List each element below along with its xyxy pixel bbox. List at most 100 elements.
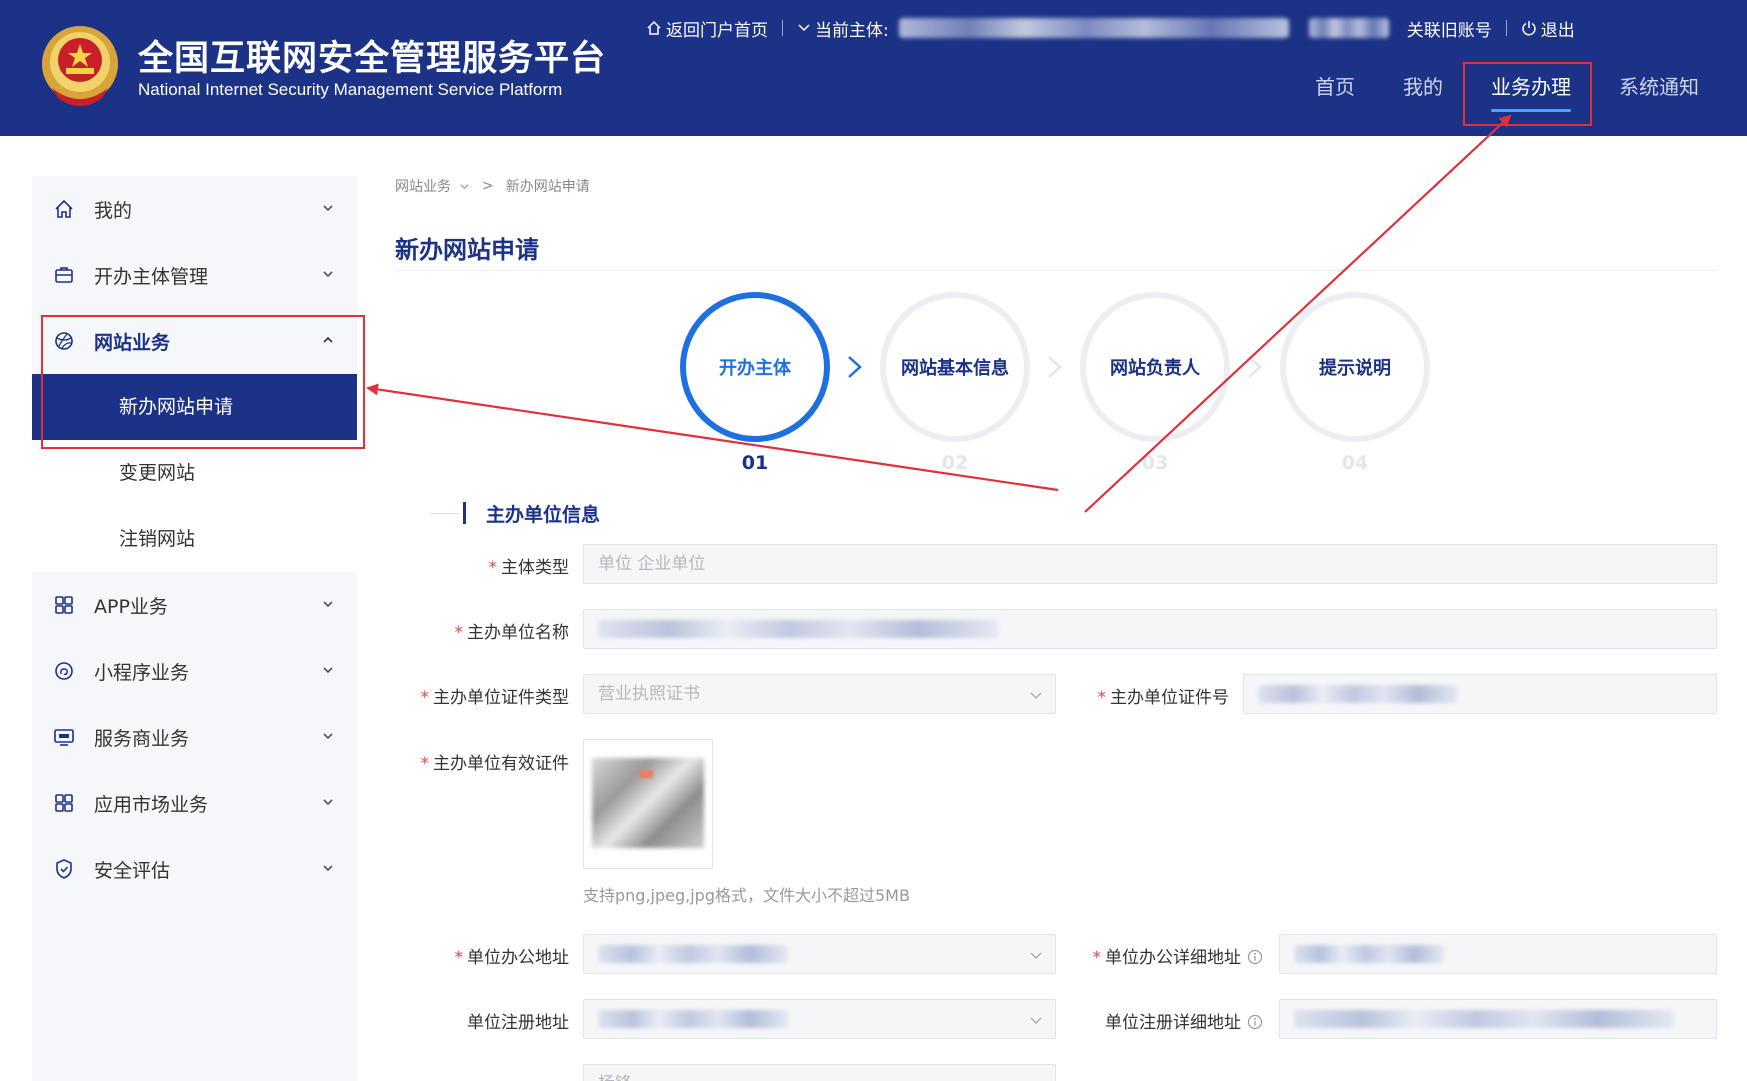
required-mark: * bbox=[1097, 688, 1107, 708]
sidebar-item-label: 应用市场业务 bbox=[94, 793, 209, 816]
cert-no-label: * 主办单位证件号 bbox=[1098, 683, 1230, 708]
divider bbox=[782, 20, 783, 36]
entity-type-label: * 主体类型 bbox=[489, 553, 570, 578]
step-2: 网站基本信息 bbox=[880, 292, 1030, 442]
sidebar-item-label: APP业务 bbox=[94, 595, 168, 618]
step-4: 提示说明 bbox=[1280, 292, 1430, 442]
org-name-redacted bbox=[598, 620, 998, 638]
office-addr-redacted bbox=[598, 945, 788, 963]
reg-detail-field[interactable] bbox=[1279, 999, 1717, 1039]
required-mark: * bbox=[454, 948, 464, 968]
step-number: 03 bbox=[1141, 452, 1169, 474]
section-title: 主办单位信息 bbox=[486, 504, 601, 526]
chevron-up-icon bbox=[323, 336, 333, 343]
house-icon bbox=[647, 20, 661, 35]
sidebar-subitem-change-website[interactable]: 变更网站 bbox=[32, 440, 357, 506]
divider bbox=[395, 270, 1717, 271]
current-entity-selector[interactable]: 当前主体: bbox=[797, 16, 1389, 41]
legal-rep-field[interactable]: 杨锋 bbox=[583, 1064, 1056, 1081]
org-name-field[interactable] bbox=[583, 609, 1717, 649]
site-subtitle: National Internet Security Management Se… bbox=[138, 80, 563, 99]
thumbnail-mark bbox=[639, 770, 653, 778]
cert-no-field[interactable] bbox=[1243, 674, 1717, 714]
sidebar-item-provider-business[interactable]: 服务商业务 bbox=[32, 704, 357, 770]
chevron-down-icon bbox=[323, 667, 333, 674]
divider bbox=[1505, 20, 1507, 36]
nav-home[interactable]: 首页 bbox=[1291, 62, 1379, 112]
section-bar bbox=[463, 502, 466, 524]
step-number: 02 bbox=[941, 452, 969, 474]
cert-upload-preview[interactable] bbox=[583, 739, 713, 869]
label-text: 主办单位证件号 bbox=[1110, 688, 1229, 708]
sidebar-subitem-new-website[interactable]: 新办网站申请 bbox=[32, 374, 357, 440]
label-text: 单位注册地址 bbox=[467, 1013, 569, 1033]
shield-check-icon bbox=[52, 857, 76, 881]
chevron-down-icon bbox=[323, 271, 333, 278]
org-name-label: * 主办单位名称 bbox=[455, 618, 570, 643]
required-mark: * bbox=[488, 558, 498, 578]
nav-business[interactable]: 业务办理 bbox=[1467, 62, 1595, 112]
chevron-right-icon bbox=[1048, 356, 1062, 378]
office-detail-field[interactable] bbox=[1279, 934, 1717, 974]
sidebar-item-entity-management[interactable]: 开办主体管理 bbox=[32, 242, 357, 308]
chevron-right-icon bbox=[1248, 356, 1262, 378]
link-old-account-button[interactable]: 关联旧账号 bbox=[1407, 16, 1492, 41]
chevron-right-icon bbox=[848, 356, 862, 378]
sidebar-item-app-market-business[interactable]: 应用市场业务 bbox=[32, 770, 357, 836]
globe-icon bbox=[52, 329, 76, 353]
grid-icon bbox=[52, 791, 76, 815]
valid-cert-label: * 主办单位有效证件 bbox=[421, 749, 570, 774]
site-title: 全国互联网安全管理服务平台 bbox=[138, 39, 607, 79]
required-mark: * bbox=[420, 754, 430, 774]
step-label: 提示说明 bbox=[1319, 358, 1391, 379]
label-text: 单位注册详细地址 bbox=[1105, 1013, 1241, 1033]
sidebar-item-label: 安全评估 bbox=[94, 859, 171, 882]
main-nav: 首页 我的 业务办理 系统通知 bbox=[1291, 62, 1723, 112]
required-mark: * bbox=[1092, 948, 1102, 968]
sidebar-item-security-assessment[interactable]: 安全评估 bbox=[32, 836, 357, 902]
reg-detail-redacted bbox=[1294, 1010, 1674, 1028]
sidebar-item-miniprogram-business[interactable]: 小程序业务 bbox=[32, 638, 357, 704]
cert-type-select[interactable]: 营业执照证书 bbox=[583, 674, 1056, 714]
sidebar-item-label: 服务商业务 bbox=[94, 727, 190, 750]
sidebar-item-mine[interactable]: 我的 bbox=[32, 176, 357, 242]
power-icon bbox=[1522, 21, 1536, 36]
cert-type-label: * 主办单位证件类型 bbox=[421, 683, 570, 708]
chevron-down-icon bbox=[323, 733, 333, 740]
nav-notifications[interactable]: 系统通知 bbox=[1595, 62, 1723, 112]
label-text: 主体类型 bbox=[501, 558, 569, 578]
sidebar: 我的 开办主体管理 网站业务 新办网站申请 变更网站 注销网站 APP业务 小程… bbox=[32, 176, 357, 1081]
chevron-down-icon bbox=[460, 183, 469, 189]
info-icon[interactable] bbox=[1247, 1014, 1263, 1030]
nav-mine[interactable]: 我的 bbox=[1379, 62, 1467, 112]
upload-hint: 支持png,jpeg,jpg格式，文件大小不超过5MB bbox=[583, 886, 910, 905]
step-label: 网站负责人 bbox=[1110, 358, 1200, 379]
step-1: 开办主体 bbox=[680, 292, 830, 442]
sidebar-subitem-cancel-website[interactable]: 注销网站 bbox=[32, 506, 357, 572]
sidebar-item-label: 我的 bbox=[94, 199, 133, 222]
select-value: 营业执照证书 bbox=[598, 684, 700, 704]
header: 全国互联网安全管理服务平台 National Internet Security… bbox=[0, 0, 1747, 136]
sidebar-item-app-business[interactable]: APP业务 bbox=[32, 572, 357, 638]
step-number: 04 bbox=[1341, 452, 1369, 474]
office-detail-redacted bbox=[1294, 945, 1444, 963]
home-portal-label: 返回门户首页 bbox=[666, 20, 768, 41]
page: 全国互联网安全管理服务平台 National Internet Security… bbox=[0, 0, 1747, 1081]
page-title: 新办网站申请 bbox=[395, 236, 539, 264]
office-addr-select[interactable] bbox=[583, 934, 1056, 974]
breadcrumb: 网站业务 > 新办网站申请 bbox=[395, 176, 590, 196]
info-icon[interactable] bbox=[1247, 949, 1263, 965]
chevron-down-icon bbox=[323, 601, 333, 608]
step-number: 01 bbox=[741, 452, 769, 474]
sidebar-item-website-business[interactable]: 网站业务 bbox=[32, 308, 357, 374]
home-portal-link[interactable]: 返回门户首页 bbox=[646, 16, 768, 41]
breadcrumb-parent[interactable]: 网站业务 bbox=[395, 176, 451, 196]
national-emblem-icon bbox=[42, 26, 118, 106]
chevron-down-icon bbox=[1030, 692, 1042, 699]
current-entity-value-redacted bbox=[898, 18, 1289, 38]
chevron-down-icon bbox=[798, 24, 810, 32]
logout-button[interactable]: 退出 bbox=[1521, 16, 1575, 41]
section-header: 主办单位信息 bbox=[430, 498, 630, 528]
entity-type-field: 单位 企业单位 bbox=[583, 544, 1717, 584]
reg-addr-select[interactable] bbox=[583, 999, 1056, 1039]
